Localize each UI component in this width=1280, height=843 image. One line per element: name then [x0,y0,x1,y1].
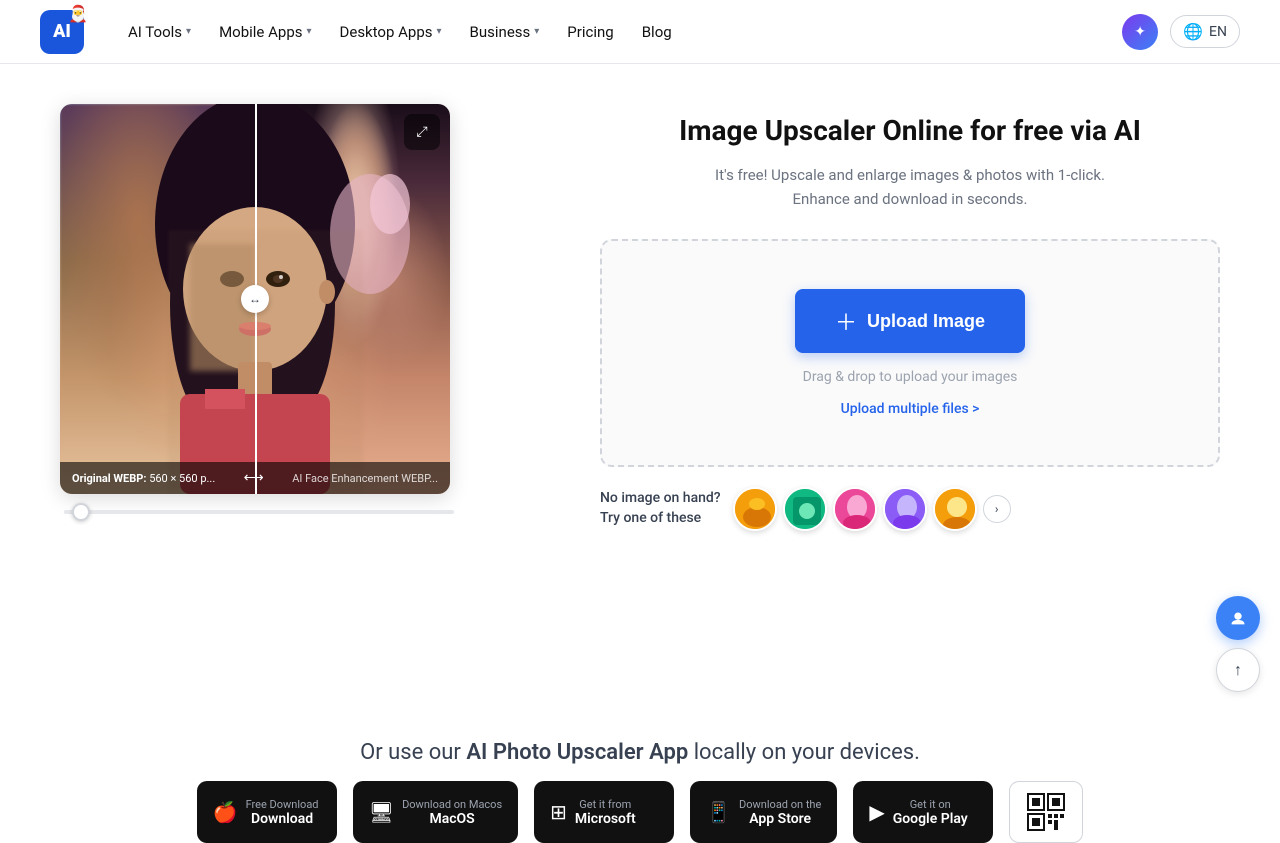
upload-dropzone[interactable]: ＋ Upload Image Drag & drop to upload you… [600,239,1220,467]
before-after-image: ↔ ⤢ Original WEBP: 560 × 560 p... ⟷ AI F… [60,104,450,494]
app-btn-appstore[interactable]: 📱 Download on the App Store [690,781,837,843]
qr-code-icon [1026,792,1066,832]
language-selector[interactable]: 🌐 EN [1170,15,1240,48]
upload-multiple-link[interactable]: Upload multiple files > [841,401,980,417]
logo-text: AI [53,21,71,42]
googleplay-icon: ▶ [869,800,884,824]
app-btn-microsoft[interactable]: ⊞ Get it from Microsoft [534,781,674,843]
microsoft-icon: ⊞ [550,800,567,824]
chevron-down-icon: ▾ [534,26,539,37]
sample-image-4[interactable] [883,487,927,531]
app-btn-qr[interactable] [1009,781,1083,843]
slider-thumb [72,503,90,521]
right-panel: Image Upscaler Online for free via AI It… [600,104,1220,720]
app-btn-text-block: Get it on Google Play [893,798,968,827]
logo[interactable]: AI 🎅 [40,10,84,54]
app-btn-googleplay[interactable]: ▶ Get it on Google Play [853,781,993,843]
try-button[interactable] [1122,14,1158,50]
logo-icon: AI 🎅 [40,10,84,54]
app-btn-text-block: Free Download Download [246,798,319,827]
hero-title: Image Upscaler Online for free via AI [600,114,1220,147]
appstore-icon: 📱 [706,800,731,824]
try-samples-section: No image on hand? Try one of these [600,487,1220,531]
navbar: AI 🎅 AI Tools ▾ Mobile Apps ▾ Desktop Ap… [0,0,1280,64]
try-samples-label: No image on hand? Try one of these [600,489,721,528]
nav-item-mobile-apps[interactable]: Mobile Apps ▾ [207,15,323,49]
chevron-down-icon: ▾ [186,26,191,37]
nav-item-ai-tools[interactable]: AI Tools ▾ [116,15,203,49]
bottom-title: Or use our AI Photo Upscaler App locally… [60,740,1220,765]
logo-hat-icon: 🎅 [68,4,88,23]
sample-images-list: › [733,487,1011,531]
app-btn-text-block: Download on the App Store [739,798,821,827]
sample-image-2[interactable] [783,487,827,531]
nav-item-business[interactable]: Business ▾ [458,15,552,49]
chat-button[interactable] [1216,596,1260,640]
chevron-down-icon: ▾ [306,26,311,37]
sample-image-3[interactable] [833,487,877,531]
chevron-down-icon: ▾ [437,26,442,37]
bottom-section: Or use our AI Photo Upscaler App locally… [0,720,1280,843]
globe-icon: 🌐 [1183,22,1203,41]
image-before-inner [60,104,255,494]
nav-item-pricing[interactable]: Pricing [555,15,625,49]
scroll-top-button[interactable]: ↑ [1216,648,1260,692]
sample-image-1[interactable] [733,487,777,531]
app-buttons-row: 🍎 Free Download Download 🖥 Download on M… [60,781,1220,843]
slider-container [60,510,540,514]
hero-subtitle: It's free! Upscale and enlarge images & … [600,163,1220,211]
chat-icon [1227,607,1249,629]
nav-item-blog[interactable]: Blog [630,15,684,49]
nav-items: AI Tools ▾ Mobile Apps ▾ Desktop Apps ▾ … [116,15,1122,49]
left-panel: ↔ ⤢ Original WEBP: 560 × 560 p... ⟷ AI F… [60,104,540,720]
before-after-slider[interactable] [64,510,454,514]
image-before [60,104,255,494]
main-content: ↔ ⤢ Original WEBP: 560 × 560 p... ⟷ AI F… [0,64,1280,720]
expand-button[interactable]: ⤢ [404,114,440,150]
face-overlay [255,104,450,494]
sample-next-button[interactable]: › [983,495,1011,523]
image-enhanced-label: AI Face Enhancement WEBP... [292,472,438,485]
plus-icon: ＋ [835,305,857,337]
image-after [255,104,450,494]
nav-item-desktop-apps[interactable]: Desktop Apps ▾ [328,15,454,49]
app-btn-macos[interactable]: 🖥 Download on Macos MacOS [353,781,518,843]
nav-right: 🌐 EN [1122,14,1240,50]
app-btn-text-block: Download on Macos MacOS [402,798,502,827]
upload-hint: Drag & drop to upload your images [803,369,1018,385]
image-after-inner [255,104,450,494]
divider-arrows: ↔ [241,285,269,313]
macos-icon: 🖥 [369,800,394,824]
upload-button[interactable]: ＋ Upload Image [795,289,1025,353]
sample-image-5[interactable] [933,487,977,531]
app-btn-text-block: Get it from Microsoft [575,798,636,827]
apple-icon: 🍎 [213,800,238,824]
app-btn-free-download[interactable]: 🍎 Free Download Download [197,781,337,843]
image-original-label: Original WEBP: 560 × 560 p... [72,472,215,485]
